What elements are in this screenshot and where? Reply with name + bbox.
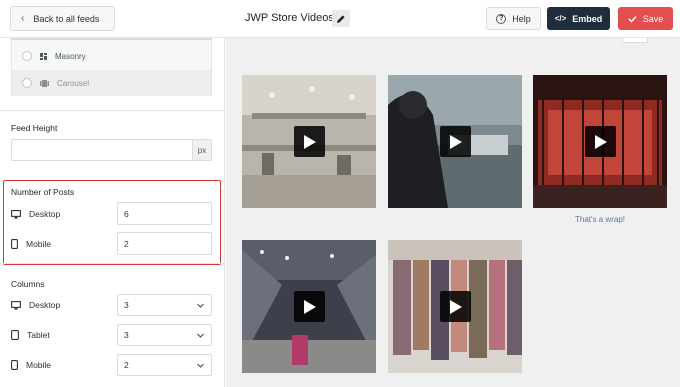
radio-button[interactable]: [22, 51, 32, 61]
carousel-icon: [40, 79, 49, 87]
desktop-label: Desktop: [29, 209, 61, 219]
posts-mobile-input[interactable]: 2: [117, 232, 212, 255]
back-to-feeds-button[interactable]: ‹ Back to all feeds: [10, 6, 115, 31]
desktop-icon: [11, 300, 21, 310]
pencil-icon: [337, 14, 345, 23]
save-label: Save: [642, 13, 664, 24]
mobile-icon: [11, 239, 18, 249]
preview-tab: [622, 38, 648, 43]
play-icon: [449, 134, 462, 149]
feed-title: JWP Store Videos: [245, 12, 334, 24]
video-thumbnail[interactable]: [388, 240, 522, 373]
checkmark-icon: [628, 15, 637, 23]
posts-mobile-value: 2: [124, 238, 129, 249]
code-icon: </>: [554, 14, 567, 23]
columns-mobile-value: 2: [124, 360, 129, 370]
layout-option-label: Masonry: [55, 51, 86, 61]
video-thumbnail[interactable]: [242, 75, 376, 208]
feed-height-input[interactable]: px: [11, 139, 212, 161]
number-of-posts-label: Number of Posts: [11, 187, 75, 197]
settings-sidebar: Masonry Carousel Feed Height px Number o…: [0, 38, 225, 387]
columns-desktop-value: 3: [124, 300, 129, 310]
tablet-label: Tablet: [27, 330, 50, 340]
mobile-label: Mobile: [26, 239, 52, 249]
columns-desktop-label: Desktop: [11, 300, 60, 310]
columns-tablet-label: Tablet: [11, 330, 50, 340]
columns-mobile-label: Mobile: [11, 360, 51, 370]
embed-label: Embed: [572, 13, 603, 24]
play-icon: [303, 134, 316, 149]
layout-options: Masonry Carousel: [11, 38, 212, 96]
chevron-down-icon: [197, 333, 204, 338]
columns-tablet-select[interactable]: 3: [117, 324, 212, 346]
back-button-label: Back to all feeds: [33, 13, 100, 24]
play-icon: [449, 299, 462, 314]
posts-desktop-value: 6: [124, 208, 129, 219]
desktop-label: Desktop: [29, 300, 61, 310]
embed-button[interactable]: </> Embed: [547, 7, 610, 30]
play-icon: [594, 134, 607, 149]
chevron-down-icon: [197, 303, 204, 308]
radio-button[interactable]: [22, 78, 32, 88]
posts-mobile-label: Mobile: [11, 239, 51, 249]
edit-title-button[interactable]: [332, 10, 350, 27]
video-thumbnail[interactable]: [533, 75, 667, 208]
columns-mobile-select[interactable]: 2: [117, 354, 212, 376]
posts-desktop-label: Desktop: [11, 209, 60, 219]
help-button[interactable]: ? Help: [486, 7, 541, 30]
save-button[interactable]: Save: [618, 7, 673, 30]
divider: [0, 110, 224, 111]
play-button[interactable]: [585, 126, 616, 157]
play-button[interactable]: [440, 291, 471, 322]
play-button[interactable]: [294, 126, 325, 157]
layout-option-label: Carousel: [57, 78, 90, 88]
chevron-down-icon: [197, 363, 204, 368]
tablet-icon: [11, 330, 19, 340]
play-icon: [303, 299, 316, 314]
top-bar: ‹ Back to all feeds JWP Store Videos ? H…: [0, 0, 680, 38]
video-thumbnail[interactable]: [388, 75, 522, 208]
video-caption: That's a wrap!: [575, 215, 625, 224]
columns-label: Columns: [11, 279, 45, 289]
columns-desktop-select[interactable]: 3: [117, 294, 212, 316]
px-suffix: px: [192, 140, 211, 160]
divider: [0, 263, 224, 264]
video-thumbnail[interactable]: [242, 240, 376, 373]
desktop-icon: [11, 209, 21, 219]
masonry-icon: [40, 52, 47, 60]
play-button[interactable]: [294, 291, 325, 322]
feed-height-label: Feed Height: [11, 123, 58, 133]
chevron-left-icon: ‹: [21, 13, 25, 24]
posts-desktop-input[interactable]: 6: [117, 202, 212, 225]
question-icon: ?: [496, 13, 507, 24]
layout-option-masonry[interactable]: Masonry: [12, 43, 211, 69]
play-button[interactable]: [440, 126, 471, 157]
columns-tablet-value: 3: [124, 330, 129, 340]
mobile-icon: [11, 360, 18, 370]
help-label: Help: [512, 13, 531, 24]
mobile-label: Mobile: [26, 360, 52, 370]
layout-option-carousel[interactable]: Carousel: [12, 70, 211, 96]
